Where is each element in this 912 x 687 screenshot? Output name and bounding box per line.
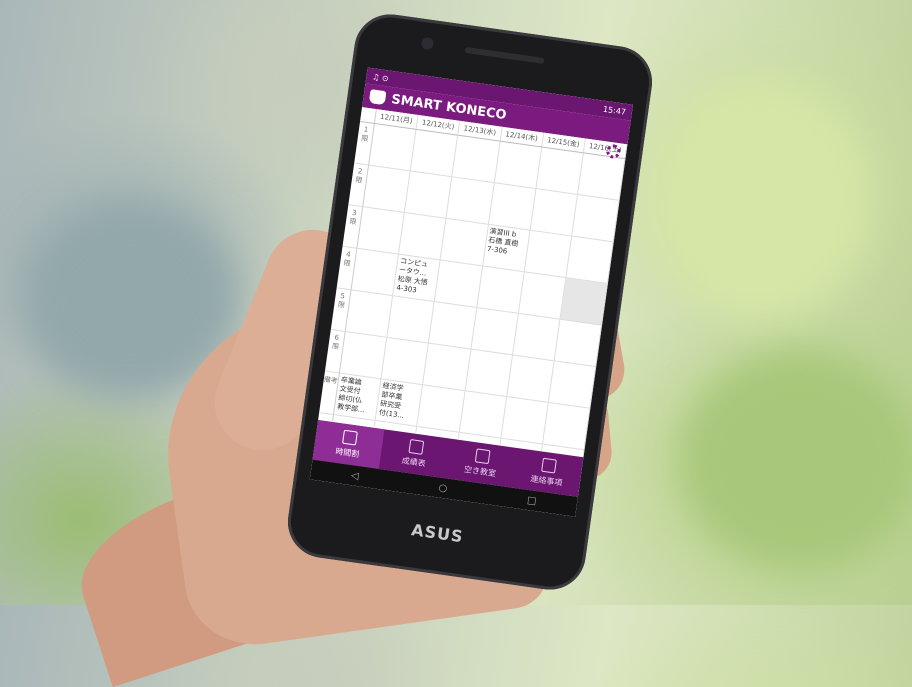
timetable-slot[interactable] xyxy=(470,307,518,356)
recents-icon[interactable]: □ xyxy=(526,494,537,506)
timetable-slot[interactable] xyxy=(524,230,571,279)
class-slot[interactable]: 演習III b 石橋 直樹 7-306 xyxy=(482,224,530,273)
timetable-slot[interactable] xyxy=(381,337,429,386)
timetable-slot[interactable] xyxy=(429,302,476,350)
timetable-slot[interactable] xyxy=(494,141,541,189)
status-time: 15:47 xyxy=(602,104,627,117)
calendar-icon xyxy=(341,429,358,446)
timetable-slot[interactable] xyxy=(518,272,566,320)
timetable-slot[interactable] xyxy=(345,290,393,338)
rss-icon xyxy=(540,457,557,474)
timetable-slot[interactable] xyxy=(554,319,602,368)
remarks-slot[interactable]: 経済学 部卒業 研究受 付(13... xyxy=(375,379,423,427)
remarks-slot[interactable]: 卒業論 文受付 締切(仏 教学部... xyxy=(333,373,381,421)
app-logo-icon xyxy=(368,89,387,106)
timetable-slot[interactable] xyxy=(577,153,625,201)
timetable-slot[interactable] xyxy=(440,218,488,267)
timetable-slot[interactable] xyxy=(566,236,613,284)
nav-label: 成績表 xyxy=(401,456,427,469)
timetable-slot[interactable] xyxy=(446,177,494,225)
timetable-slot[interactable] xyxy=(512,313,560,362)
timetable-slot[interactable] xyxy=(459,391,506,439)
nav-label: 連絡事項 xyxy=(529,474,563,488)
timetable-slot[interactable] xyxy=(357,207,404,255)
timetable-slot[interactable] xyxy=(465,349,512,397)
timetable-slot[interactable] xyxy=(476,266,524,314)
timetable-slot[interactable] xyxy=(500,397,548,445)
timetable-slot[interactable] xyxy=(399,213,446,261)
room-icon xyxy=(474,448,491,465)
timetable-slot[interactable] xyxy=(410,129,458,178)
background-blur xyxy=(680,350,912,570)
timetable-slot[interactable] xyxy=(339,331,387,380)
timetable-slot[interactable] xyxy=(548,361,596,409)
timetable-slot[interactable] xyxy=(571,194,619,243)
timetable-slot[interactable] xyxy=(368,124,416,172)
phone: ♫ ⊙ 15:47 SMART KONECO 12/11(月) 12/12(火)… xyxy=(283,9,657,595)
timetable-slot[interactable] xyxy=(530,189,577,237)
timetable-slot[interactable] xyxy=(387,296,434,344)
nav-label: 時間割 xyxy=(334,446,360,460)
timetable-slot[interactable] xyxy=(351,248,399,297)
class-slot[interactable]: コンピュ ータウ... 松原 大悟 4-303 xyxy=(393,254,440,302)
timetable-slot[interactable] xyxy=(506,355,554,403)
nav-label: 空き教室 xyxy=(463,464,497,479)
background-blur xyxy=(650,80,870,320)
timetable-slot[interactable] xyxy=(542,402,590,451)
timetable-grid: 1 限 2 限 3 限 4 限 5 限 6 限 備考 卒業論 文受付 締切(仏 … xyxy=(318,121,626,457)
book-icon xyxy=(407,438,424,455)
home-icon[interactable]: ○ xyxy=(438,482,448,494)
timetable-slot[interactable] xyxy=(452,135,500,184)
timetable-slot[interactable] xyxy=(417,385,465,433)
timetable-slot[interactable] xyxy=(363,165,410,213)
timetable-slot[interactable] xyxy=(423,343,470,392)
status-icons: ♫ ⊙ xyxy=(371,71,390,83)
timetable-slot[interactable] xyxy=(404,171,452,219)
timetable-slot[interactable] xyxy=(536,147,583,195)
timetable-slot[interactable] xyxy=(560,278,607,326)
day-columns: 卒業論 文受付 締切(仏 教学部... コンピュ ータウ... 松原 大悟 4-… xyxy=(333,124,626,457)
timetable-slot[interactable] xyxy=(488,183,536,231)
back-icon[interactable]: ◁ xyxy=(350,470,359,482)
screen: ♫ ⊙ 15:47 SMART KONECO 12/11(月) 12/12(火)… xyxy=(309,67,634,517)
timetable-slot[interactable] xyxy=(434,260,482,308)
